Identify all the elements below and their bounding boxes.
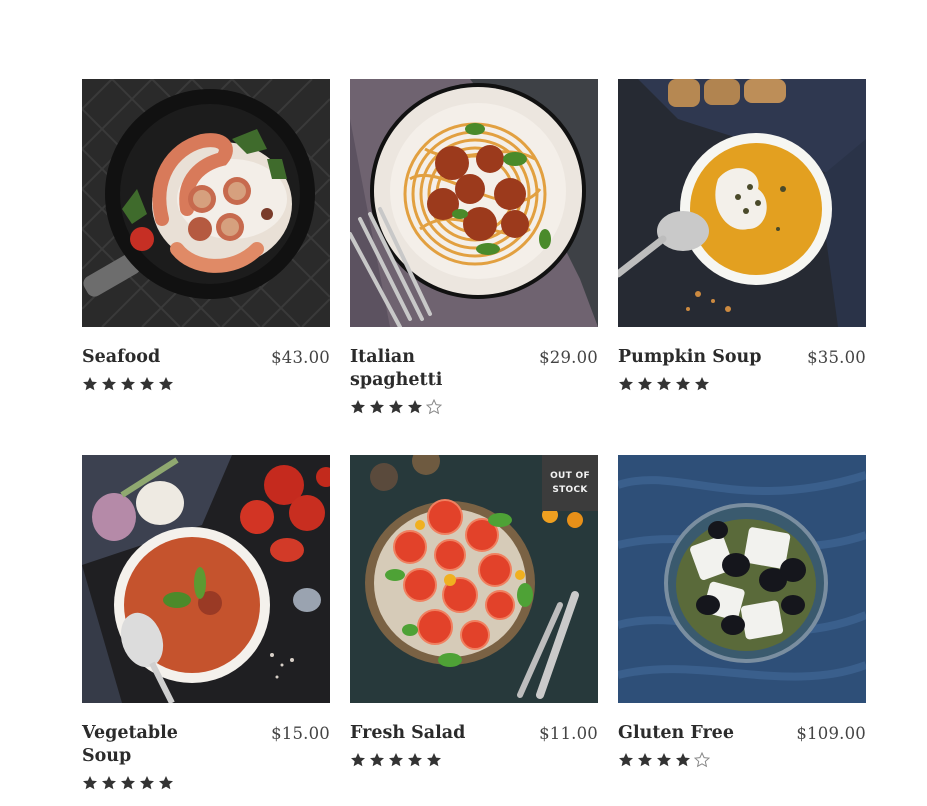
product-card: OUT OF STOCK Fresh Salad $11.00: [350, 455, 598, 806]
product-grid: Seafood $43.00 Italian spaghetti $29.00 …: [82, 79, 866, 806]
spaghetti-meatballs-image: [350, 79, 598, 327]
product-image-link[interactable]: OUT OF STOCK: [350, 455, 598, 703]
product-rating: [350, 399, 598, 415]
star-filled-icon: [408, 400, 422, 414]
star-empty-icon: [694, 752, 710, 768]
product-rating: [82, 775, 330, 791]
product-rating: [618, 752, 866, 768]
product-image-link[interactable]: [350, 79, 598, 327]
product-price: $35.00: [807, 348, 866, 367]
star-filled-icon: [351, 400, 365, 414]
star-filled-icon: [121, 776, 135, 790]
star-filled-icon: [370, 753, 384, 767]
star-filled-icon: [389, 753, 403, 767]
product-image-link[interactable]: [82, 79, 330, 327]
star-filled-icon: [159, 377, 173, 391]
out-of-stock-badge: OUT OF STOCK: [542, 455, 598, 511]
product-name[interactable]: Seafood: [82, 346, 160, 369]
star-filled-icon: [140, 776, 154, 790]
star-filled-icon: [427, 753, 441, 767]
product-card: Pumpkin Soup $35.00: [618, 79, 866, 455]
product-image-link[interactable]: [82, 455, 330, 703]
star-filled-icon: [408, 753, 422, 767]
pumpkin-soup-image: [618, 79, 866, 327]
product-name[interactable]: Fresh Salad: [350, 722, 465, 745]
product-rating: [350, 752, 598, 768]
star-filled-icon: [83, 776, 97, 790]
product-rating: [82, 376, 330, 392]
product-card: Gluten Free $109.00: [618, 455, 866, 806]
product-rating: [618, 376, 866, 392]
product-price: $43.00: [271, 348, 330, 367]
star-filled-icon: [676, 753, 690, 767]
star-filled-icon: [102, 377, 116, 391]
product-meta: Italian spaghetti $29.00: [350, 346, 598, 392]
star-filled-icon: [619, 753, 633, 767]
product-price: $109.00: [796, 724, 866, 743]
star-filled-icon: [657, 377, 671, 391]
star-filled-icon: [695, 377, 709, 391]
star-filled-icon: [619, 377, 633, 391]
product-name[interactable]: Vegetable Soup: [82, 722, 178, 768]
product-meta: Fresh Salad $11.00: [350, 722, 598, 745]
star-filled-icon: [351, 753, 365, 767]
product-price: $29.00: [539, 348, 598, 367]
badge-label: OUT OF STOCK: [550, 471, 590, 495]
vegetable-soup-image: [82, 455, 330, 703]
product-meta: Gluten Free $109.00: [618, 722, 866, 745]
star-filled-icon: [121, 377, 135, 391]
product-meta: Pumpkin Soup $35.00: [618, 346, 866, 369]
product-name[interactable]: Gluten Free: [618, 722, 734, 745]
star-filled-icon: [159, 776, 173, 790]
star-filled-icon: [389, 400, 403, 414]
product-price: $15.00: [271, 724, 330, 743]
star-filled-icon: [638, 753, 652, 767]
product-name[interactable]: Italian spaghetti: [350, 346, 445, 392]
star-filled-icon: [370, 400, 384, 414]
star-filled-icon: [83, 377, 97, 391]
seafood-pan-image: [82, 79, 330, 327]
product-meta: Vegetable Soup $15.00: [82, 722, 330, 768]
product-card: Vegetable Soup $15.00: [82, 455, 330, 806]
star-filled-icon: [638, 377, 652, 391]
star-filled-icon: [140, 377, 154, 391]
product-image-link[interactable]: [618, 79, 866, 327]
star-filled-icon: [676, 377, 690, 391]
product-card: Italian spaghetti $29.00: [350, 79, 598, 455]
product-price: $11.00: [539, 724, 598, 743]
product-name[interactable]: Pumpkin Soup: [618, 346, 762, 369]
feta-olives-image: [618, 455, 866, 703]
product-card: Seafood $43.00: [82, 79, 330, 455]
product-image-link[interactable]: [618, 455, 866, 703]
star-filled-icon: [657, 753, 671, 767]
product-meta: Seafood $43.00: [82, 346, 330, 369]
star-empty-icon: [426, 399, 442, 415]
star-filled-icon: [102, 776, 116, 790]
